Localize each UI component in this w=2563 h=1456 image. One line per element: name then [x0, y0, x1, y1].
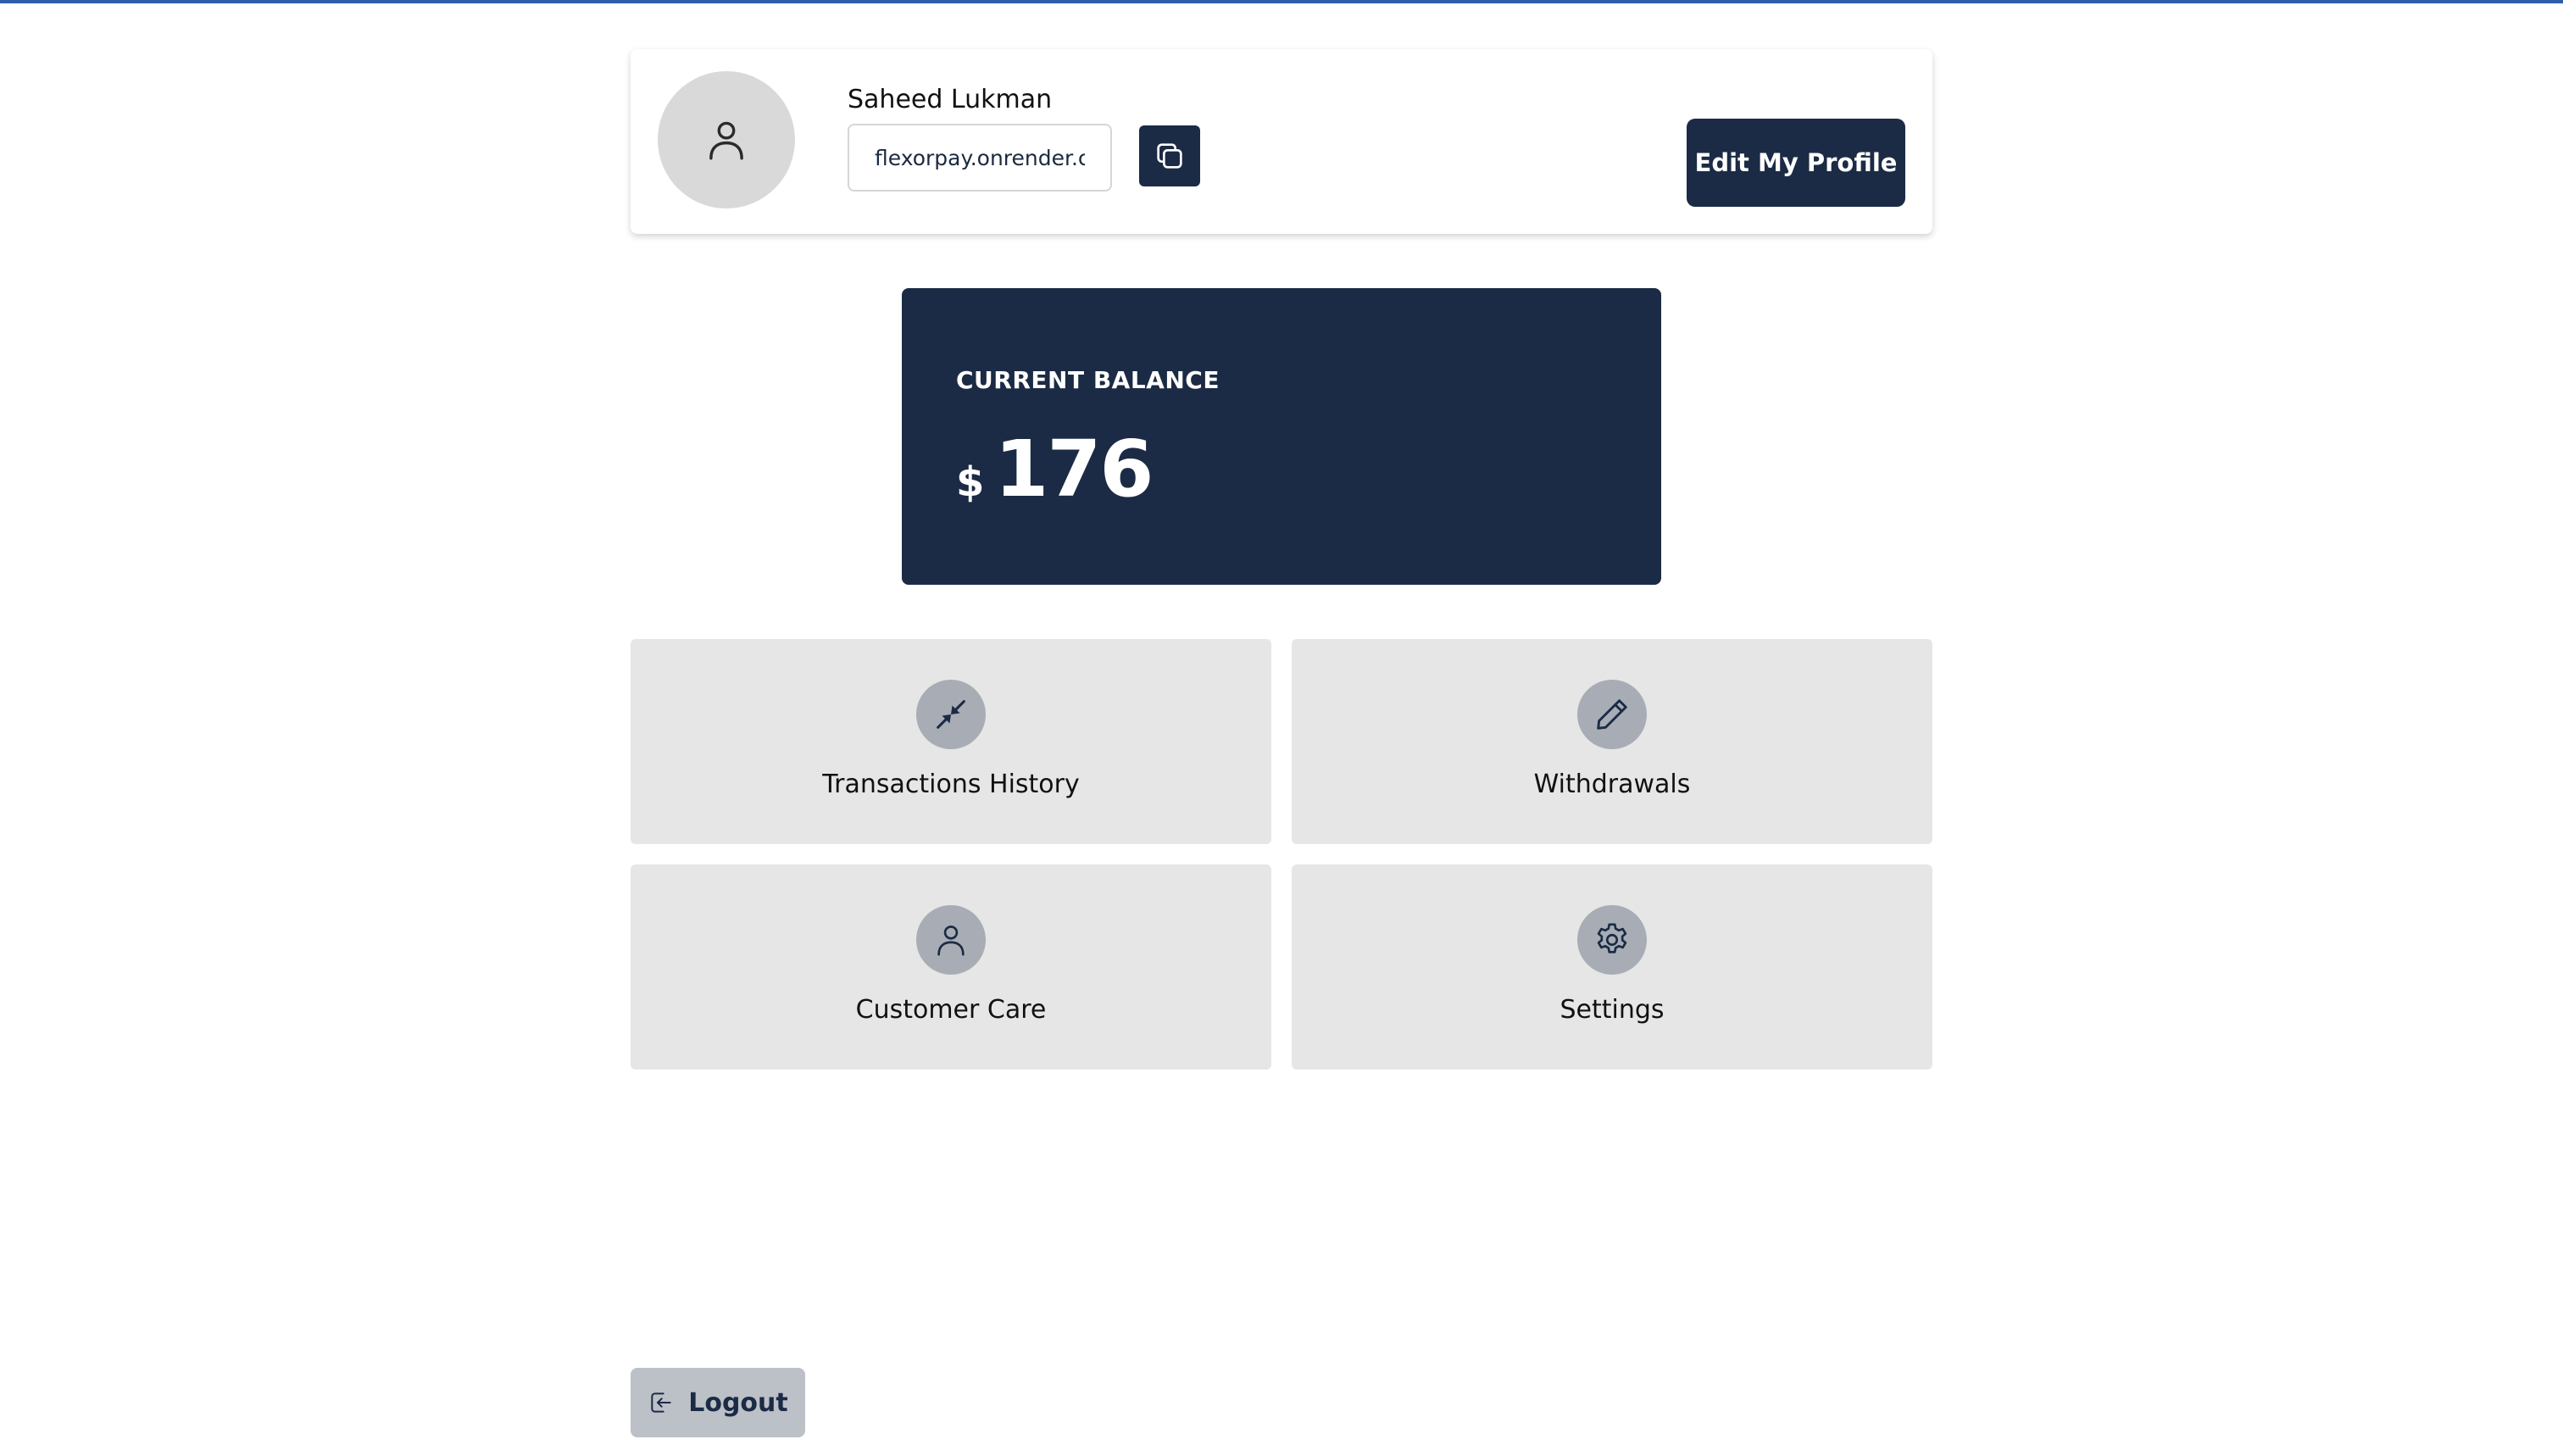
tile-settings[interactable]: Settings — [1292, 864, 1932, 1070]
tile-icon-circle — [1577, 905, 1647, 975]
balance-card: CURRENT BALANCE $ 176 — [902, 288, 1661, 585]
tile-label: Transactions History — [822, 770, 1080, 799]
balance-label: CURRENT BALANCE — [956, 366, 1220, 394]
logout-icon — [651, 1392, 671, 1413]
edit-profile-button[interactable]: Edit My Profile — [1687, 119, 1905, 207]
user-name: Saheed Lukman — [848, 85, 1053, 114]
top-accent-line — [0, 0, 2563, 3]
balance-amount: $ 176 — [956, 424, 1154, 514]
copy-icon — [1157, 143, 1182, 169]
referral-link-input[interactable] — [848, 124, 1112, 192]
balance-value: 176 — [994, 424, 1154, 514]
user-icon — [709, 121, 743, 160]
tile-label: Withdrawals — [1533, 770, 1691, 799]
copy-link-button[interactable] — [1139, 125, 1200, 186]
tile-withdrawals[interactable]: Withdrawals — [1292, 639, 1932, 844]
avatar — [658, 71, 795, 208]
tile-icon-circle — [916, 680, 986, 749]
pencil-icon — [1597, 699, 1627, 730]
tile-customer-care[interactable]: Customer Care — [631, 864, 1271, 1070]
arrows-in-icon — [937, 700, 965, 729]
logout-button[interactable]: Logout — [631, 1368, 805, 1437]
tile-label: Settings — [1559, 995, 1665, 1025]
user-icon — [937, 925, 965, 956]
gear-icon — [1597, 923, 1627, 953]
logout-label: Logout — [688, 1387, 788, 1418]
tile-icon-circle — [916, 905, 986, 975]
tile-icon-circle — [1577, 680, 1647, 749]
profile-card: Saheed Lukman Edit My Profile — [631, 49, 1932, 234]
tile-label: Customer Care — [855, 995, 1047, 1025]
tile-transactions-history[interactable]: Transactions History — [631, 639, 1271, 844]
balance-currency: $ — [956, 458, 985, 506]
